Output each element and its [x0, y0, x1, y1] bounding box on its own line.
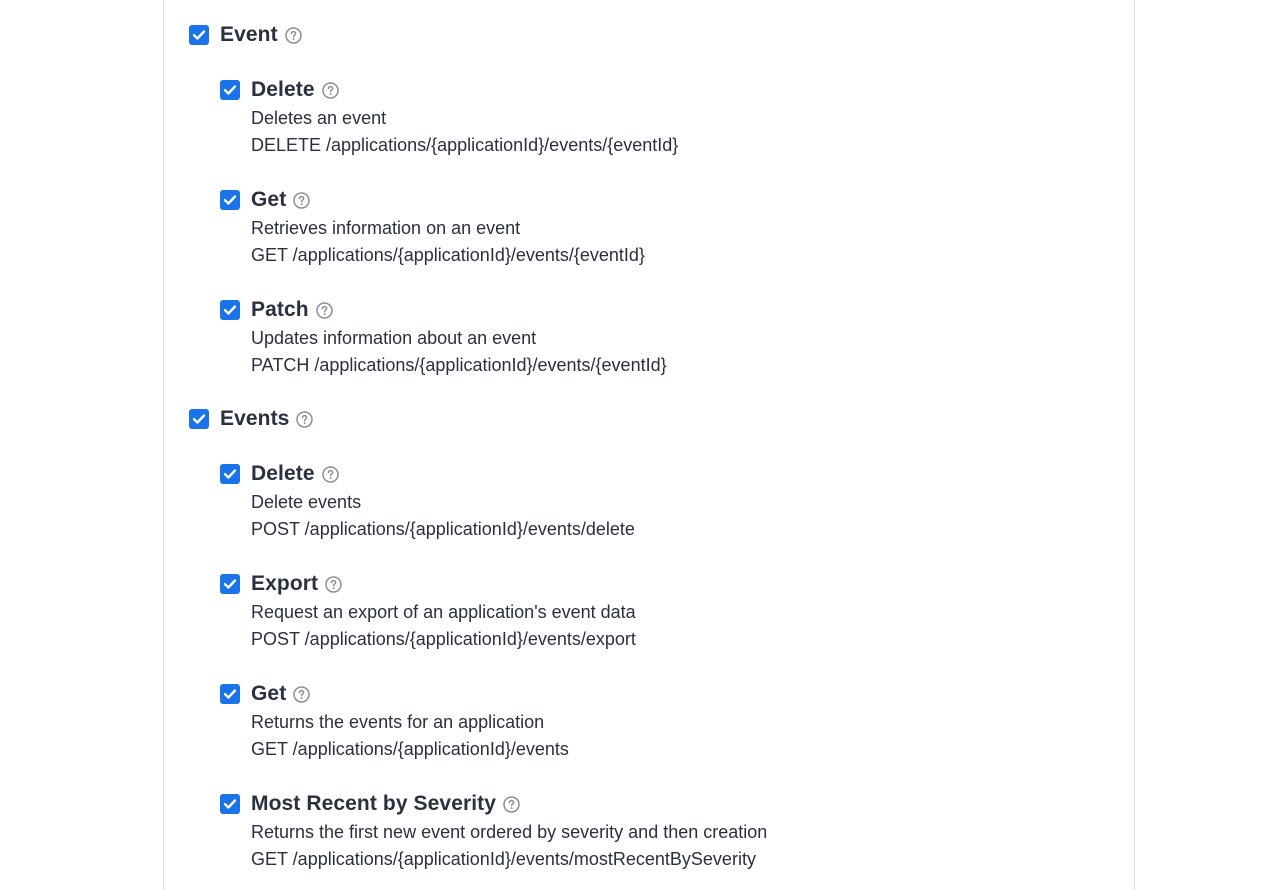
item-endpoint: GET /applications/{applicationId}/events… [251, 245, 645, 265]
permission-item-event-patch: Patch Updates information about an event… [220, 298, 667, 379]
check-icon [223, 469, 237, 479]
permission-item-event-get: Get Retrieves information on an event GE… [220, 188, 645, 269]
item-endpoint: PATCH /applications/{applicationId}/even… [251, 355, 667, 375]
item-endpoint: POST /applications/{applicationId}/event… [251, 519, 635, 539]
permission-item-events-get: Get Returns the events for an applicatio… [220, 682, 569, 763]
item-description: Updates information about an event [251, 328, 537, 348]
group-events-checkbox[interactable] [189, 409, 209, 429]
check-icon [223, 85, 237, 95]
check-icon [223, 689, 237, 699]
group-event-checkbox[interactable] [189, 25, 209, 45]
item-endpoint: DELETE /applications/{applicationId}/eve… [251, 135, 679, 155]
item-description: Deletes an event [251, 108, 387, 128]
question-circle-icon[interactable] [293, 685, 311, 703]
check-icon [223, 799, 237, 809]
item-checkbox[interactable] [220, 794, 240, 814]
item-endpoint: GET /applications/{applicationId}/events [251, 739, 569, 759]
item-title: Export [251, 572, 319, 595]
item-checkbox[interactable] [220, 464, 240, 484]
group-title: Event [220, 23, 278, 46]
item-checkbox[interactable] [220, 300, 240, 320]
item-title: Most Recent by Severity [251, 792, 497, 815]
item-checkbox[interactable] [220, 190, 240, 210]
question-circle-icon[interactable] [325, 575, 342, 593]
item-title: Delete [251, 462, 315, 485]
group-title: Events [220, 407, 290, 430]
item-description: Returns the first new event ordered by s… [251, 822, 768, 842]
item-description: Delete events [251, 492, 362, 512]
item-title: Patch [251, 298, 309, 321]
question-circle-icon[interactable] [284, 26, 302, 44]
check-icon [223, 305, 237, 315]
check-icon [223, 579, 237, 589]
permission-item-events-most-recent-by-severity: Most Recent by Severity Returns the firs… [220, 792, 767, 873]
item-title: Get [251, 682, 287, 705]
question-circle-icon[interactable] [315, 301, 333, 319]
question-circle-icon[interactable] [296, 410, 314, 428]
permission-item-event-delete: Delete Deletes an event DELETE /applicat… [220, 78, 678, 159]
permission-item-events-delete: Delete Delete events POST /applications/… [220, 462, 635, 543]
permission-group-event: Event [189, 23, 302, 47]
permission-group-events: Events [189, 407, 314, 431]
item-description: Returns the events for an application [251, 712, 545, 732]
check-icon [223, 195, 237, 205]
item-title: Delete [251, 78, 315, 101]
question-circle-icon[interactable] [321, 81, 339, 99]
check-icon [192, 30, 206, 40]
permissions-panel: Event Delete Deletes an event DELETE /ap… [163, 0, 1135, 890]
item-description: Request an export of an application's ev… [251, 602, 636, 622]
question-circle-icon[interactable] [503, 795, 520, 813]
permission-item-events-export: Export Request an export of an applicati… [220, 572, 636, 653]
item-title: Get [251, 188, 287, 211]
item-checkbox[interactable] [220, 574, 240, 594]
question-circle-icon[interactable] [293, 191, 311, 209]
item-endpoint: POST /applications/{applicationId}/event… [251, 629, 636, 649]
check-icon [192, 414, 206, 424]
item-checkbox[interactable] [220, 80, 240, 100]
item-endpoint: GET /applications/{applicationId}/events… [251, 849, 756, 869]
question-circle-icon[interactable] [321, 465, 339, 483]
item-description: Retrieves information on an event [251, 218, 521, 238]
item-checkbox[interactable] [220, 684, 240, 704]
